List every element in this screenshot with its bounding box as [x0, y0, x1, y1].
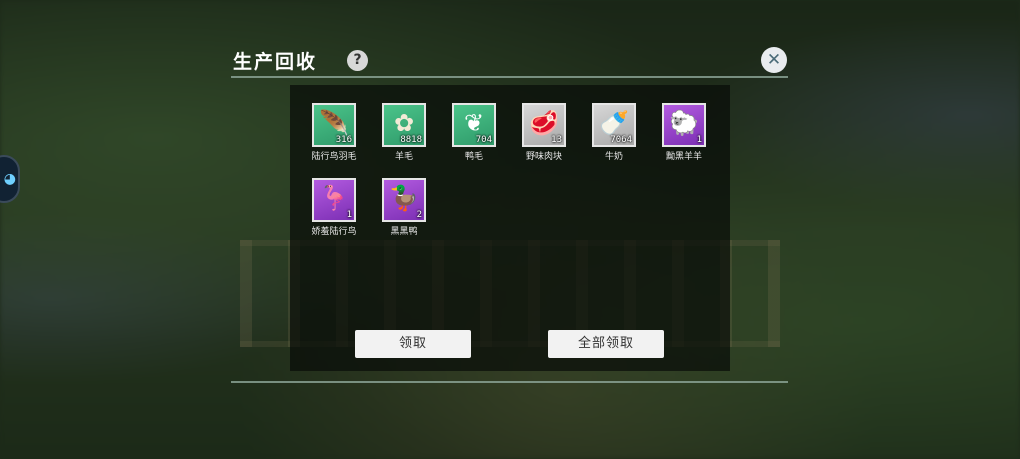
- meat-icon: 🥩: [529, 109, 559, 137]
- item-tile: 🥩 13: [522, 103, 566, 147]
- item-label: 野味肉块: [525, 152, 562, 162]
- item-quantity: 13: [551, 135, 562, 145]
- chocobo-avatar-icon: ◕: [3, 171, 16, 187]
- items-panel: 🪶 316 陆行鸟羽毛 ✿ 8818 羊毛 ❦ 704 鸭毛 🥩 13 野味肉块…: [290, 85, 730, 371]
- close-icon: ✕: [766, 50, 782, 70]
- wool-icon: ✿: [393, 109, 415, 137]
- item-label: 鸭毛: [464, 152, 483, 162]
- black-sheep-icon: 🐑: [669, 109, 699, 137]
- item-slot[interactable]: 🐑 1 黝黑羊羊: [649, 103, 719, 162]
- item-quantity: 1: [696, 135, 702, 145]
- item-label: 羊毛: [394, 152, 413, 162]
- item-tile: 🪶 316: [312, 103, 356, 147]
- item-slot[interactable]: ❦ 704 鸭毛: [439, 103, 509, 162]
- item-tile: 🍼 7064: [592, 103, 636, 147]
- item-quantity: 7064: [610, 135, 632, 145]
- black-duck-icon: 🦆: [389, 184, 419, 212]
- claim-all-button[interactable]: 全部领取: [548, 330, 664, 358]
- item-tile: 🦆 2: [382, 178, 426, 222]
- item-slot[interactable]: 🍼 7064 牛奶: [579, 103, 649, 162]
- dialog-title: 生产回收: [233, 51, 318, 73]
- item-quantity: 704: [475, 135, 492, 145]
- header-divider: [231, 76, 788, 78]
- claim-button[interactable]: 领取: [355, 330, 471, 358]
- item-quantity: 316: [335, 135, 352, 145]
- item-tile: 🐑 1: [662, 103, 706, 147]
- item-quantity: 1: [346, 210, 352, 220]
- item-label: 娇羞陆行鸟: [311, 227, 357, 237]
- side-avatar-button[interactable]: ◕: [0, 155, 20, 203]
- footer-divider: [231, 381, 788, 383]
- item-tile: ❦ 704: [452, 103, 496, 147]
- pink-chocobo-icon: 🦩: [319, 184, 349, 212]
- item-slot[interactable]: 🪶 316 陆行鸟羽毛: [299, 103, 369, 162]
- item-slot[interactable]: 🦆 2 黑黑鸭: [369, 178, 439, 237]
- item-tile: 🦩 1: [312, 178, 356, 222]
- item-quantity: 8818: [400, 135, 422, 145]
- help-icon[interactable]: ?: [347, 50, 368, 71]
- item-label: 黝黑羊羊: [665, 152, 702, 162]
- item-label: 黑黑鸭: [390, 227, 418, 237]
- item-label: 陆行鸟羽毛: [311, 152, 357, 162]
- item-tile: ✿ 8818: [382, 103, 426, 147]
- item-label: 牛奶: [604, 152, 623, 162]
- duck-feather-icon: ❦: [463, 109, 485, 137]
- item-slot[interactable]: 🥩 13 野味肉块: [509, 103, 579, 162]
- item-slot[interactable]: ✿ 8818 羊毛: [369, 103, 439, 162]
- close-button[interactable]: ✕: [761, 47, 787, 73]
- item-slot[interactable]: 🦩 1 娇羞陆行鸟: [299, 178, 369, 237]
- item-quantity: 2: [416, 210, 422, 220]
- feather-icon: 🪶: [319, 109, 349, 137]
- milk-bottle-icon: 🍼: [599, 109, 629, 137]
